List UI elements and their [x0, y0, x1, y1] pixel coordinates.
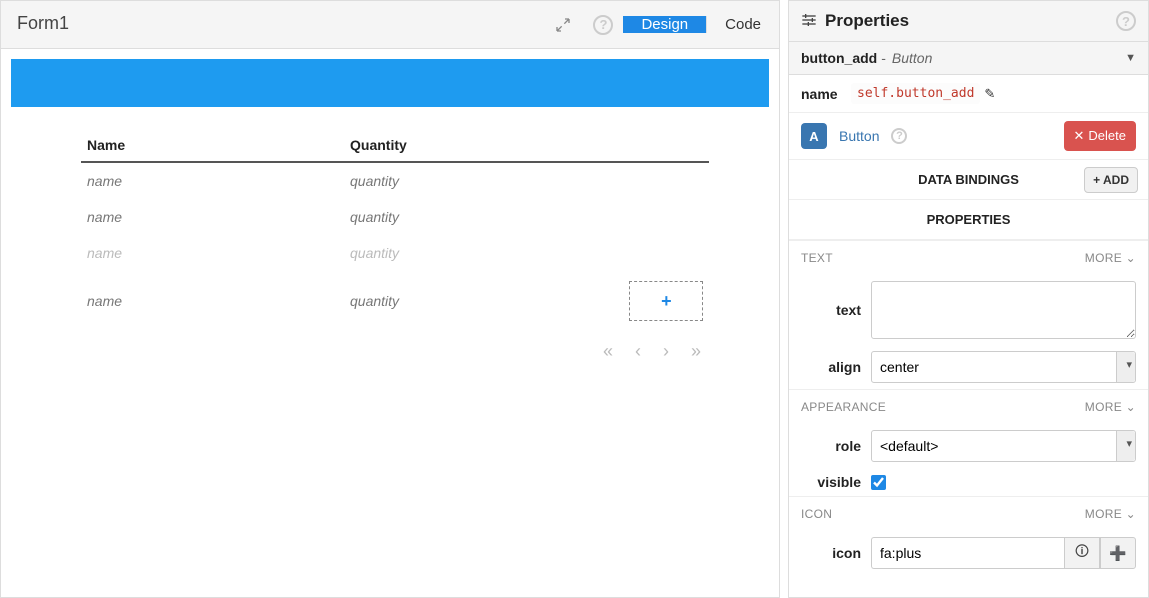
properties-title: Properties — [825, 11, 1116, 31]
component-badge: A — [801, 123, 827, 149]
data-grid[interactable]: Name Quantity name quantity name quantit… — [11, 107, 769, 372]
chevron-down-icon: ⌄ — [1126, 400, 1136, 414]
grid-row[interactable]: name quantity + — [81, 271, 709, 331]
properties-panel: Properties ? button_add - Button ▼ name … — [788, 0, 1149, 598]
pager-prev-icon[interactable]: ‹ — [635, 341, 641, 362]
pager-next-icon[interactable]: › — [663, 341, 669, 362]
help-icon[interactable]: ? — [1116, 11, 1136, 31]
component-link[interactable]: Button — [839, 128, 879, 144]
component-type-row: A Button ? ✕Delete — [789, 113, 1148, 160]
editor-header: Form1 ? Design Code — [1, 1, 779, 49]
prop-align-row: align — [789, 345, 1148, 389]
editor-panel: Form1 ? Design Code Name — [0, 0, 780, 598]
icon-input[interactable] — [871, 537, 1064, 569]
delete-button[interactable]: ✕Delete — [1064, 121, 1136, 151]
col-header-name[interactable]: Name — [87, 137, 350, 153]
name-label: name — [801, 86, 851, 102]
cell-quantity: quantity — [350, 209, 613, 225]
pagination: « ‹ › » — [81, 331, 709, 362]
plus-icon: + — [1093, 173, 1103, 187]
more-toggle[interactable]: MORE ⌄ — [1085, 507, 1136, 521]
add-binding-button[interactable]: + ADD — [1084, 167, 1138, 193]
role-select[interactable] — [871, 430, 1136, 462]
icon-add-button[interactable]: ➕ — [1100, 537, 1136, 569]
editor-body: Name Quantity name quantity name quantit… — [1, 49, 779, 597]
grid-row[interactable]: name quantity — [81, 199, 709, 235]
pager-first-icon[interactable]: « — [603, 341, 613, 362]
group-text-header: TEXT MORE ⌄ — [789, 240, 1148, 275]
tab-design[interactable]: Design — [623, 16, 706, 33]
form-title: Form1 — [1, 1, 543, 48]
grid-row[interactable]: name quantity — [81, 163, 709, 199]
cell-name: name — [87, 209, 350, 225]
button-add-selected[interactable]: + — [629, 281, 703, 321]
icon-info-button[interactable]: 🛈 — [1064, 537, 1100, 569]
grid-row[interactable]: name quantity — [81, 235, 709, 271]
col-header-quantity[interactable]: Quantity — [350, 137, 613, 153]
help-icon[interactable]: ? — [583, 15, 623, 35]
cell-quantity: quantity — [350, 173, 613, 189]
visible-checkbox[interactable] — [871, 475, 886, 490]
more-toggle[interactable]: MORE ⌄ — [1085, 251, 1136, 265]
prop-visible-row: visible — [789, 468, 1148, 496]
form-canvas[interactable]: Name Quantity name quantity name quantit… — [11, 59, 769, 587]
expand-icon[interactable] — [543, 17, 583, 33]
pager-last-icon[interactable]: » — [691, 341, 701, 362]
group-icon-header: ICON MORE ⌄ — [789, 496, 1148, 531]
plus-icon: + — [661, 291, 672, 312]
text-input[interactable] — [871, 281, 1136, 339]
more-toggle[interactable]: MORE ⌄ — [1085, 400, 1136, 414]
prop-role-row: role — [789, 424, 1148, 468]
selected-type: Button — [892, 50, 1125, 66]
cell-name: name — [87, 173, 350, 189]
selected-component-bar[interactable]: button_add - Button ▼ — [789, 42, 1148, 75]
info-icon: 🛈 — [1075, 541, 1089, 565]
name-row: name self.button_add ✎ — [789, 75, 1148, 113]
cell-name: name — [87, 293, 350, 309]
edit-icon[interactable]: ✎ — [984, 86, 995, 102]
group-appearance-header: APPEARANCE MORE ⌄ — [789, 389, 1148, 424]
prop-text-row: text — [789, 275, 1148, 345]
view-tabs: Design Code — [623, 16, 779, 33]
cell-quantity: quantity — [350, 245, 613, 261]
grid-header-row: Name Quantity — [81, 127, 709, 163]
properties-section-header: PROPERTIES — [789, 200, 1148, 240]
chevron-down-icon[interactable]: ▼ — [1125, 52, 1136, 64]
sliders-icon — [801, 12, 817, 31]
chevron-down-icon: ⌄ — [1126, 507, 1136, 521]
chevron-down-icon: ⌄ — [1126, 251, 1136, 265]
editor-header-right: ? Design Code — [543, 1, 779, 48]
tab-code[interactable]: Code — [706, 16, 779, 33]
selected-name: button_add — [801, 50, 877, 66]
data-bindings-header: DATA BINDINGS + ADD — [789, 160, 1148, 200]
help-icon[interactable]: ? — [891, 128, 907, 144]
form-header-bar[interactable] — [11, 59, 769, 107]
align-select[interactable] — [871, 351, 1136, 383]
plus-circle-icon: ➕ — [1109, 545, 1126, 562]
cell-name: name — [87, 245, 350, 261]
properties-header: Properties ? — [789, 1, 1148, 42]
close-icon: ✕ — [1074, 128, 1085, 143]
prop-icon-row: icon 🛈 ➕ — [789, 531, 1148, 575]
cell-quantity: quantity — [350, 293, 613, 309]
name-code[interactable]: self.button_add — [851, 83, 980, 104]
